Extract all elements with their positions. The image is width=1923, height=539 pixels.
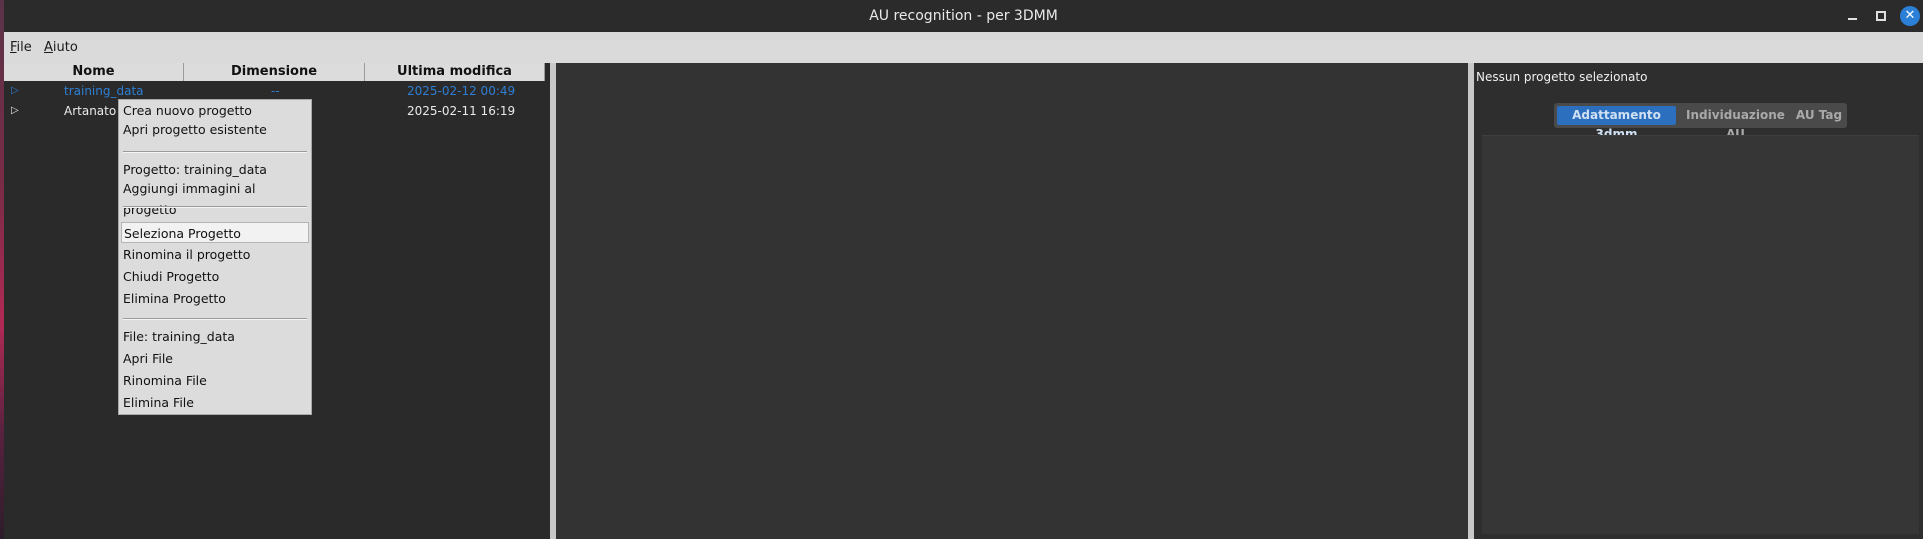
row-date: 2025-02-11 16:19 xyxy=(407,104,516,118)
window-title: AU recognition - per 3DMM xyxy=(869,8,1058,24)
tab-adattamento-3dmm[interactable]: Adattamento 3dmm xyxy=(1557,106,1676,141)
menu-separator xyxy=(123,318,307,320)
row-name: Artanato xyxy=(64,104,117,118)
right-panel: Nessun progetto selezionato Adattamento … xyxy=(1474,63,1923,539)
menu-item-apri-progetto-esistente[interactable]: Apri progetto esistente xyxy=(123,119,307,140)
minimize-button[interactable] xyxy=(1844,7,1862,25)
column-header-nome[interactable]: Nome xyxy=(4,63,184,81)
menu-item-rinomina-file[interactable]: Rinomina File xyxy=(123,370,307,391)
mode-tab-bar: Adattamento 3dmm Individuazione AU AU Ta… xyxy=(1554,103,1847,141)
row-name: training_data xyxy=(64,84,144,98)
expand-arrow-icon[interactable]: ▷ xyxy=(11,101,19,121)
row-date: 2025-02-12 00:49 xyxy=(407,84,516,98)
menu-item-label: Crea nuovo progetto xyxy=(123,103,252,118)
menu-item-crea-nuovo-progetto[interactable]: Crea nuovo progetto xyxy=(123,100,307,121)
menu-item-file-training-data[interactable]: File: training_data xyxy=(123,326,307,347)
menu-aiuto[interactable]: Aiuto xyxy=(44,32,78,63)
menu-file[interactable]: File xyxy=(10,32,32,63)
menu-item-label: Progetto: training_data xyxy=(123,162,267,177)
title-bar[interactable]: AU recognition - per 3DMM ✕ xyxy=(4,0,1923,32)
tab-content-area xyxy=(1482,135,1919,534)
menu-item-label: Elimina Progetto xyxy=(123,291,226,306)
menu-item-label: Chiudi Progetto xyxy=(123,269,220,284)
menu-item-label: Seleziona Progetto xyxy=(124,226,241,241)
menu-separator xyxy=(123,151,307,153)
menu-item-label: Apri progetto esistente xyxy=(123,122,267,137)
tree-row-training-data[interactable]: ▷ training_data -- 2025-02-12 00:49 xyxy=(4,81,550,101)
menu-item-elimina-file[interactable]: Elimina File xyxy=(123,392,307,413)
menu-item-apri-file[interactable]: Apri File xyxy=(123,348,307,369)
maximize-button[interactable] xyxy=(1872,7,1890,25)
menu-item-label: Aggiungi immagini al progetto xyxy=(123,181,256,217)
menu-item-aggiungi-immagini[interactable]: Aggiungi immagini al progetto xyxy=(123,178,307,217)
app-window: AU recognition - per 3DMM ✕ File Aiuto N… xyxy=(4,0,1923,539)
menu-item-rinomina-progetto[interactable]: Rinomina il progetto xyxy=(123,244,307,265)
menu-item-label: File: training_data xyxy=(123,329,235,344)
menu-item-progetto-training-data[interactable]: Progetto: training_data xyxy=(123,159,307,180)
menu-item-elimina-progetto[interactable]: Elimina Progetto xyxy=(123,288,307,309)
row-size: -- xyxy=(271,84,280,98)
tab-au-tag[interactable]: AU Tag xyxy=(1794,106,1844,125)
menu-separator xyxy=(123,206,307,208)
project-status-label: Nessun progetto selezionato xyxy=(1476,70,1648,84)
close-button[interactable]: ✕ xyxy=(1900,6,1920,26)
column-header-ultima-modifica[interactable]: Ultima modifica xyxy=(365,63,545,81)
menu-item-chiudi-progetto[interactable]: Chiudi Progetto xyxy=(123,266,307,287)
menu-item-label: Apri File xyxy=(123,351,173,366)
tab-individuazione-au[interactable]: Individuazione AU xyxy=(1680,106,1791,141)
menu-item-label: Elimina File xyxy=(123,395,194,410)
expand-arrow-icon[interactable]: ▷ xyxy=(11,81,19,101)
menu-item-seleziona-progetto[interactable]: Seleziona Progetto xyxy=(121,222,309,243)
menu-item-label: Rinomina il progetto xyxy=(123,247,251,262)
context-menu: Crea nuovo progetto Apri progetto esiste… xyxy=(118,99,312,415)
column-header-dimensione[interactable]: Dimensione xyxy=(184,63,365,81)
menu-bar: File Aiuto xyxy=(4,32,1923,63)
viewer-area xyxy=(556,63,1468,539)
menu-item-label: Rinomina File xyxy=(123,373,207,388)
